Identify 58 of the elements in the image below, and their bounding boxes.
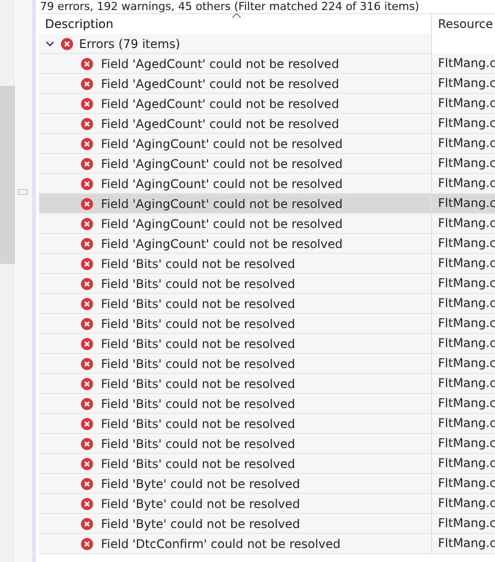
tree-row[interactable]: Errors (79 items): [39, 34, 431, 54]
error-icon: [81, 298, 93, 310]
description-cell: Field 'Bits' could not be resolved: [101, 396, 296, 410]
sash-handle[interactable]: [18, 189, 28, 195]
error-icon: [81, 178, 93, 190]
description-cell: Field 'AgingCount' could not be resolved: [101, 136, 343, 150]
error-icon: [81, 318, 93, 330]
error-icon: [81, 538, 93, 550]
description-cell: Field 'Byte' could not be resolved: [101, 496, 300, 510]
error-icon: [81, 198, 93, 210]
error-icon: [81, 98, 93, 110]
description-cell: Field 'Bits' could not be resolved: [101, 276, 296, 290]
error-icon: [81, 478, 93, 490]
description-cell: Field 'AgingCount' could not be resolved: [101, 236, 343, 250]
error-icon: [81, 138, 93, 150]
error-icon: [81, 238, 93, 250]
description-cell: Field 'Bits' could not be resolved: [101, 296, 296, 310]
error-icon: [81, 58, 93, 70]
filter-summary: 79 errors, 192 warnings, 45 others (Filter matched 224 of 316 items): [39, 0, 420, 13]
description-cell: Field 'Bits' could not be resolved: [101, 256, 296, 270]
error-icon: [81, 498, 93, 510]
description-cell: Field 'AgedCount' could not be resolved: [101, 56, 340, 70]
error-icon: [81, 358, 93, 370]
description-cell: Field 'Bits' could not be resolved: [101, 376, 296, 390]
description-cell: Field 'AgedCount' could not be resolved: [101, 76, 340, 90]
error-icon: [81, 458, 93, 470]
error-icon: [81, 378, 93, 390]
error-icon: [81, 518, 93, 530]
error-icon: [81, 418, 93, 430]
description-cell: Field 'AgingCount' could not be resolved: [101, 156, 343, 170]
error-icon: [81, 278, 93, 290]
description-cell: Field 'Bits' could not be resolved: [101, 456, 296, 470]
description-cell: Field 'AgedCount' could not be resolved: [101, 96, 340, 110]
description-cell: Field 'AgingCount' could not be resolved: [101, 196, 343, 210]
description-cell: Field 'Bits' could not be resolved: [101, 316, 296, 330]
column-header[interactable]: Description: [39, 14, 431, 34]
description-cell: Field 'DtcConfirm' could not be resolved: [101, 536, 340, 550]
description-cell: Field 'Bits' could not be resolved: [101, 356, 296, 370]
error-icon: [81, 218, 93, 230]
group-label: Errors (79 items): [79, 36, 180, 50]
error-icon: [81, 118, 93, 130]
description-cell: Field 'Bits' could not be resolved: [101, 436, 296, 450]
description-cell: Field 'Byte' could not be resolved: [101, 516, 300, 530]
error-icon: [81, 338, 93, 350]
error-icon: [81, 398, 93, 410]
error-icon: [81, 78, 93, 90]
description-cell: Field 'AgingCount' could not be resolved: [101, 216, 343, 230]
description-cell: Field 'AgingCount' could not be resolved: [101, 176, 343, 190]
description-cell: Field 'Bits' could not be resolved: [101, 416, 296, 430]
error-icon: [81, 158, 93, 170]
description-cell: Field 'Bits' could not be resolved: [101, 336, 296, 350]
scrollbar-thumb[interactable]: [0, 86, 15, 264]
error-icon: [81, 438, 93, 450]
error-icon: [61, 38, 73, 50]
chevron-icon[interactable]: [45, 38, 55, 48]
description-cell: Field 'Byte' could not be resolved: [101, 476, 300, 490]
description-cell: Field 'AgedCount' could not be resolved: [101, 116, 340, 130]
error-icon: [81, 258, 93, 270]
